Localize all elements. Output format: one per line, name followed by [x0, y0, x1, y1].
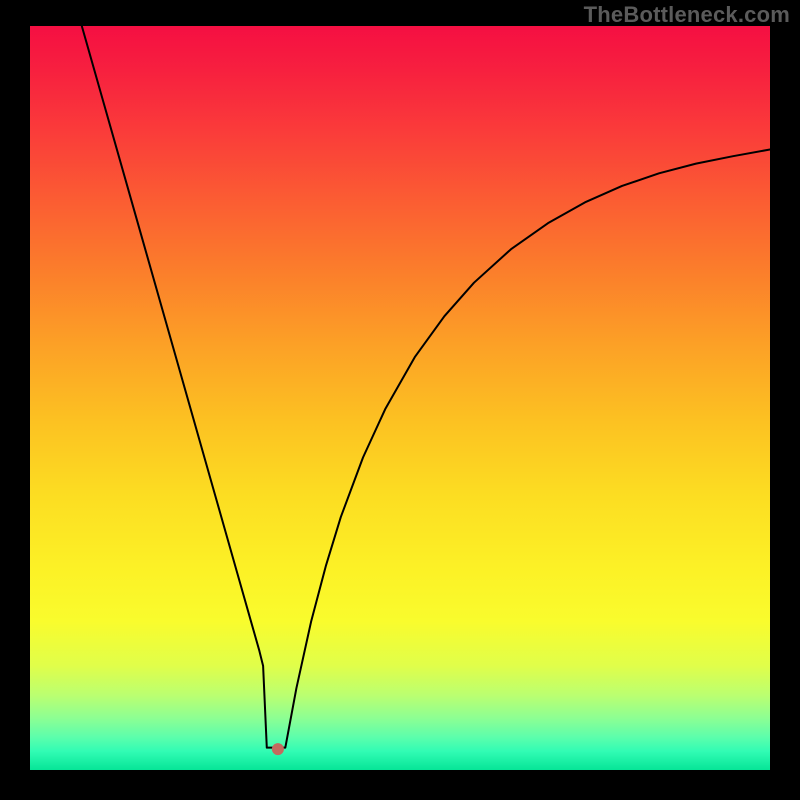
plot-background — [30, 26, 770, 770]
chart-frame: TheBottleneck.com — [0, 0, 800, 800]
minimum-marker — [272, 743, 284, 755]
bottleneck-chart — [30, 26, 770, 770]
watermark-text: TheBottleneck.com — [584, 2, 790, 28]
